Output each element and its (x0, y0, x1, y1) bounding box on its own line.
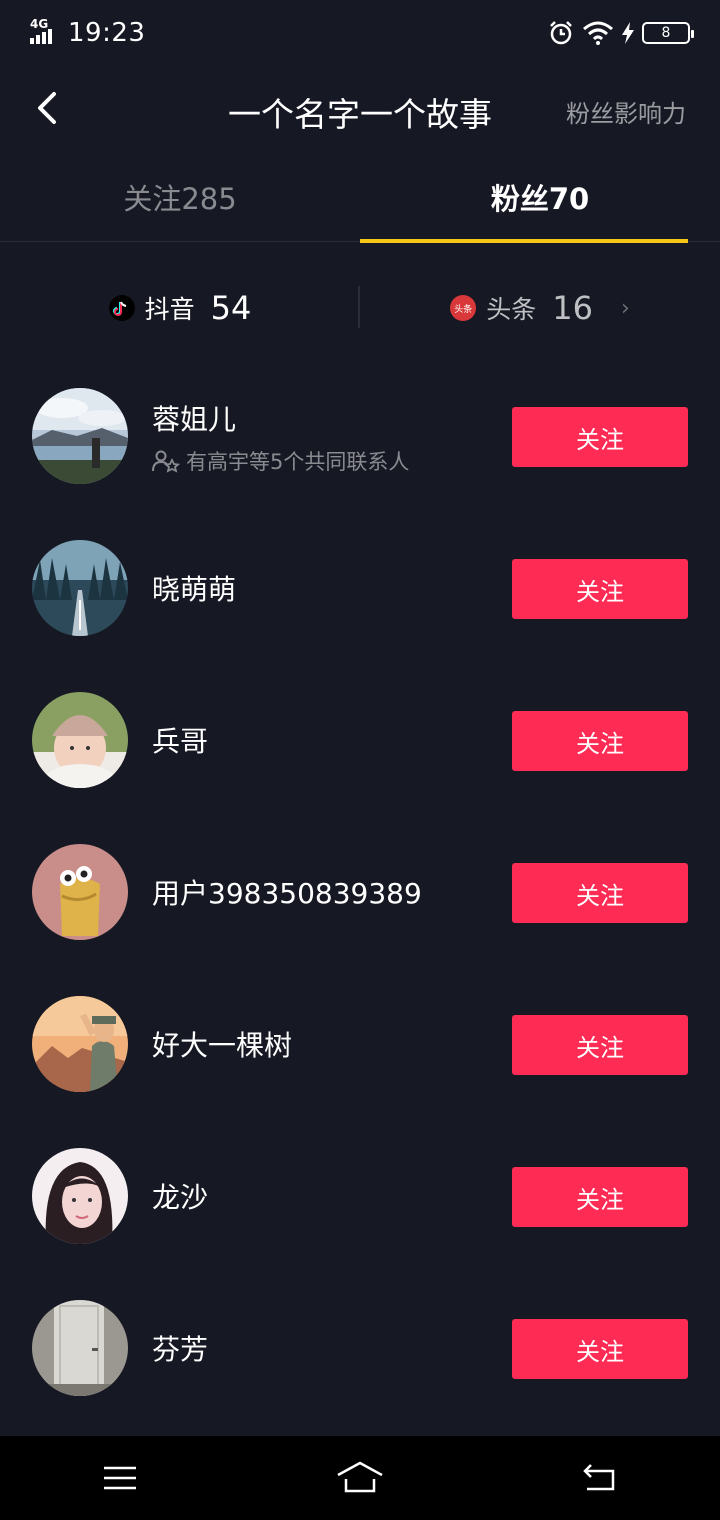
toutiao-icon-badge: 头条 (454, 304, 473, 315)
douyin-label: 抖音 (144, 295, 195, 324)
signal-icon: 4G (30, 18, 58, 48)
follower-name: 晓萌萌 (152, 573, 237, 606)
alarm-icon (550, 21, 572, 45)
home-button[interactable] (320, 1448, 400, 1508)
tab-followers[interactable]: 粉丝70 (360, 152, 720, 243)
status-time: 19:23 (68, 18, 146, 48)
tab-bar: 关注285 粉丝70 (0, 152, 720, 243)
follower-source-row: 抖音 54 头条 头条 16 › (0, 270, 720, 346)
follow-button[interactable]: 关注 (512, 711, 688, 771)
douyin-count: 54 (210, 289, 252, 327)
follow-button[interactable]: 关注 (512, 1319, 688, 1379)
toutiao-source[interactable]: 头条 头条 16 › (360, 270, 720, 346)
fan-influence-link[interactable]: 粉丝影响力 (566, 94, 686, 129)
douyin-icon (108, 295, 135, 321)
follower-list: 蓉姐儿 有高宇等5个共同联系人 关注 晓萌萌 关注 兵哥 关注 用户398350… (0, 360, 720, 1424)
list-item[interactable]: 晓萌萌 关注 (0, 512, 720, 664)
avatar[interactable] (32, 388, 128, 484)
douyin-source[interactable]: 抖音 54 (0, 270, 360, 346)
header: 一个名字一个故事 粉丝影响力 (0, 66, 720, 152)
list-item[interactable]: 龙沙 关注 (0, 1120, 720, 1272)
toutiao-count: 16 (552, 289, 593, 327)
wifi-icon (583, 21, 613, 45)
list-item[interactable]: 蓉姐儿 有高宇等5个共同联系人 关注 (0, 360, 720, 512)
follow-button[interactable]: 关注 (512, 559, 688, 619)
list-item[interactable]: 芬芳 关注 (0, 1272, 720, 1424)
avatar[interactable] (32, 540, 128, 636)
follower-name: 蓉姐儿 (152, 403, 237, 436)
avatar[interactable] (32, 1300, 128, 1396)
list-item[interactable]: 好大一棵树 关注 (0, 968, 720, 1120)
battery-icon: 8 (642, 22, 694, 44)
chevron-right-icon: › (620, 295, 630, 321)
follow-button[interactable]: 关注 (512, 407, 688, 467)
follower-name: 龙沙 (152, 1181, 209, 1214)
avatar[interactable] (32, 692, 128, 788)
list-item[interactable]: 兵哥 关注 (0, 664, 720, 816)
toutiao-label: 头条 (486, 295, 537, 324)
avatar[interactable] (32, 844, 128, 940)
follower-name: 用户398350839389 (152, 877, 422, 910)
follow-button[interactable]: 关注 (512, 1167, 688, 1227)
avatar[interactable] (32, 1148, 128, 1244)
follow-button[interactable]: 关注 (512, 863, 688, 923)
list-item[interactable]: 用户398350839389 关注 (0, 816, 720, 968)
contacts-icon (152, 450, 180, 473)
return-icon (583, 1464, 615, 1491)
follower-name: 好大一棵树 (152, 1029, 293, 1062)
battery-level: 8 (661, 25, 671, 41)
follower-name: 兵哥 (152, 725, 209, 758)
tab-following[interactable]: 关注285 (0, 152, 360, 242)
status-bar: 4G 19:23 8 (0, 0, 720, 66)
home-icon (337, 1461, 383, 1493)
menu-button[interactable] (80, 1448, 160, 1508)
toutiao-icon: 头条 (450, 295, 477, 321)
menu-icon (104, 1466, 136, 1490)
source-divider (358, 286, 360, 328)
system-nav-bar (0, 1436, 720, 1520)
follow-button[interactable]: 关注 (512, 1015, 688, 1075)
avatar[interactable] (32, 996, 128, 1092)
charging-icon (622, 22, 634, 44)
follower-name: 芬芳 (152, 1333, 209, 1366)
mutual-contacts-text: 有高宇等5个共同联系人 (186, 450, 410, 474)
back-button[interactable] (560, 1448, 640, 1508)
mutual-contacts: 有高宇等5个共同联系人 (152, 446, 409, 476)
